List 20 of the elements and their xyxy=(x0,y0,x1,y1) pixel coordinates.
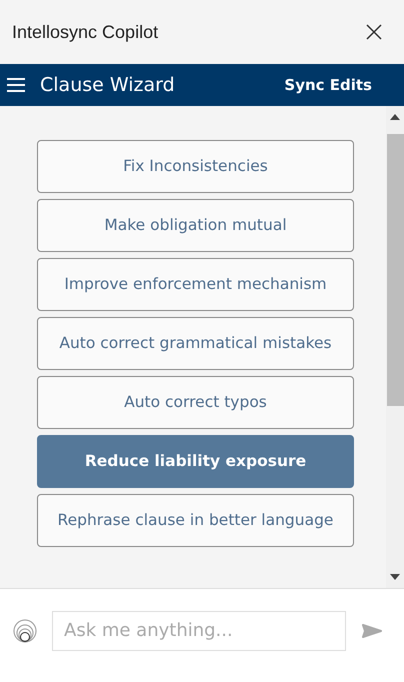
action-button[interactable]: Reduce liability exposure xyxy=(37,435,354,488)
sync-edits-button[interactable]: Sync Edits xyxy=(284,76,372,94)
menu-button[interactable] xyxy=(6,77,26,93)
window-title: Intellosync Copilot xyxy=(12,22,158,42)
send-icon xyxy=(362,622,382,638)
action-button[interactable]: Fix Inconsistencies xyxy=(37,140,354,193)
close-icon xyxy=(364,22,384,42)
scroll-down-icon xyxy=(390,574,400,580)
signal-rings-icon xyxy=(12,618,38,644)
toolbar-title: Clause Wizard xyxy=(40,74,176,96)
action-button[interactable]: Auto correct grammatical mistakes xyxy=(37,317,354,370)
action-button[interactable]: Rephrase clause in better language xyxy=(37,494,354,547)
action-button[interactable]: Improve enforcement mechanism xyxy=(37,258,354,311)
action-button[interactable]: Auto correct typos xyxy=(37,376,354,429)
menu-icon xyxy=(6,77,26,93)
action-button[interactable]: Make obligation mutual xyxy=(37,199,354,252)
message-input[interactable]: Ask me anything... xyxy=(52,610,346,650)
close-button[interactable] xyxy=(364,22,384,42)
scrollbar[interactable] xyxy=(386,106,404,588)
scroll-up-icon xyxy=(390,114,400,120)
